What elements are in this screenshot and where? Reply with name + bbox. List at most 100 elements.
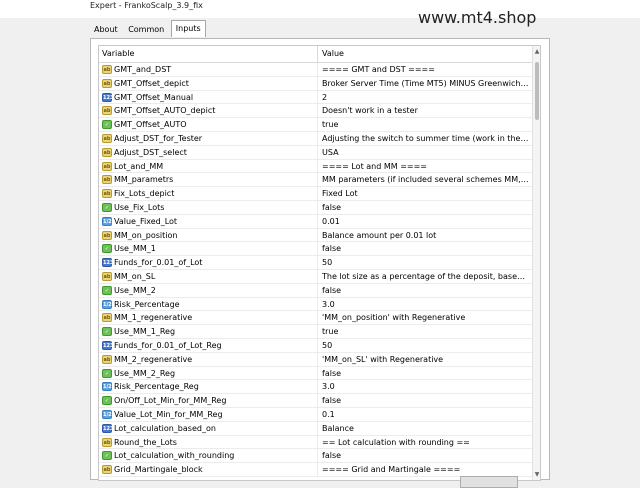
- cell-divider: [317, 325, 318, 339]
- variable-value[interactable]: false: [322, 449, 530, 462]
- table-row[interactable]: ✓ On/Off_Lot_Min_for_MM_Reg false: [99, 394, 532, 408]
- table-row[interactable]: ✓ Use_MM_1 false: [99, 242, 532, 257]
- variable-value[interactable]: The lot size as a percentage of the depo…: [322, 270, 530, 283]
- table-row[interactable]: ab MM_2_regenerative 'MM_on_SL' with Regen…: [99, 352, 532, 367]
- string-icon: ab: [102, 175, 112, 185]
- integer-icon: 123: [102, 258, 114, 268]
- table-row[interactable]: ✓ Use_MM_1_Reg true: [99, 325, 532, 339]
- cell-divider: [317, 297, 318, 311]
- variable-value[interactable]: 2: [322, 91, 530, 104]
- variable-value[interactable]: 3.0: [322, 298, 530, 311]
- cell-divider: [317, 380, 318, 394]
- table-row[interactable]: 1/2 Risk_Percentage_Reg 3.0: [99, 380, 532, 395]
- bool-icon: ✓: [102, 244, 112, 254]
- variable-value[interactable]: ==== Grid and Martingale ====: [322, 463, 530, 476]
- double-icon: 1/2: [102, 382, 112, 392]
- variable-name: Fix_Lots_depict: [114, 189, 175, 199]
- table-row[interactable]: ab GMT_Offset_AUTO_depict Doesn't work in …: [99, 104, 532, 119]
- vertical-scrollbar[interactable]: ▲ ▼: [532, 46, 540, 480]
- column-header-value[interactable]: Value: [322, 46, 344, 62]
- scrollbar-thumb[interactable]: [535, 62, 539, 120]
- double-icon: 1/2: [102, 299, 112, 309]
- variable-value[interactable]: USA: [322, 146, 530, 159]
- table-row[interactable]: 123 Funds_for_0.01_of_Lot_Reg 50: [99, 338, 532, 353]
- variable-value[interactable]: false: [322, 201, 530, 214]
- table-row[interactable]: ab Grid_Martingale_block ==== Grid and Mar…: [99, 463, 532, 477]
- table-row[interactable]: ab Round_the_Lots == Lot calculation with …: [99, 435, 532, 450]
- variable-value[interactable]: true: [322, 325, 530, 338]
- variable-value[interactable]: false: [322, 394, 530, 407]
- variable-name: Funds_for_0.01_of_Lot: [114, 258, 203, 268]
- variable-name: MM_on_SL: [114, 271, 156, 281]
- variable-value[interactable]: 50: [322, 256, 530, 269]
- variable-value[interactable]: Fixed Lot: [322, 187, 530, 200]
- table-row[interactable]: ab Lot_and_MM ==== Lot and MM ====: [99, 159, 532, 174]
- variable-value[interactable]: ==== GMT and DST ====: [322, 63, 530, 76]
- scroll-down-icon[interactable]: ▼: [533, 470, 540, 479]
- bool-icon: ✓: [102, 368, 112, 378]
- tab-common[interactable]: Common: [124, 22, 168, 37]
- variable-value[interactable]: 50: [322, 339, 530, 352]
- variable-value[interactable]: true: [322, 118, 530, 131]
- variable-name: Lot_calculation_with_rounding: [114, 451, 235, 461]
- string-icon: ab: [102, 106, 112, 116]
- variable-name: Use_MM_1_Reg: [114, 327, 176, 337]
- table-row[interactable]: 1/2 Value_Fixed_Lot 0.01: [99, 214, 532, 229]
- variable-value[interactable]: 0.1: [322, 408, 530, 421]
- table-row[interactable]: ✓ GMT_Offset_AUTO true: [99, 118, 532, 132]
- column-header-variable[interactable]: Variable: [102, 46, 134, 62]
- variable-value[interactable]: Balance: [322, 422, 530, 435]
- table-row[interactable]: ✓ Use_MM_2_Reg false: [99, 366, 532, 381]
- table-row[interactable]: ab MM_on_SL The lot size as a percentage o…: [99, 269, 532, 284]
- table-row[interactable]: 1/2 Value_Lot_Min_for_MM_Reg 0.1: [99, 407, 532, 422]
- table-row[interactable]: ab GMT_Offset_depict Broker Server Time (T…: [99, 76, 532, 91]
- table-row[interactable]: ab MM_1_regenerative 'MM_on_position' with…: [99, 311, 532, 326]
- variable-value[interactable]: 'MM_on_position' with Regenerative: [322, 311, 530, 324]
- variable-value[interactable]: false: [322, 284, 530, 297]
- cell-divider: [317, 311, 318, 325]
- table-row[interactable]: ab MM_on_position Balance amount per 0.01 …: [99, 228, 532, 243]
- variable-value[interactable]: false: [322, 367, 530, 380]
- variable-value[interactable]: 'MM_on_SL' with Regenerative: [322, 353, 530, 366]
- window-titlebar: Expert - FrankoScalp_3.9_fix: [0, 0, 640, 18]
- variable-value[interactable]: == Lot calculation with rounding ==: [322, 436, 530, 449]
- cell-divider: [317, 421, 318, 435]
- table-row[interactable]: ab Fix_Lots_depict Fixed Lot: [99, 187, 532, 201]
- variable-value[interactable]: 0.01: [322, 215, 530, 228]
- table-row[interactable]: 1/2 Risk_Percentage 3.0: [99, 297, 532, 312]
- table-row[interactable]: 123 Lot_calculation_based_on Balance: [99, 421, 532, 436]
- table-row[interactable]: ✓ Use_Fix_Lots false: [99, 200, 532, 215]
- table-row[interactable]: 123 Funds_for_0.01_of_Lot 50: [99, 256, 532, 270]
- variable-name: Adjust_DST_for_Tester: [114, 133, 203, 143]
- variable-value[interactable]: Doesn't work in a tester: [322, 104, 530, 117]
- tab-about[interactable]: About: [90, 22, 122, 37]
- table-row[interactable]: ✓ Use_MM_2 false: [99, 283, 532, 298]
- variable-value[interactable]: ==== Lot and MM ====: [322, 160, 530, 173]
- table-row[interactable]: ab Adjust_DST_select USA: [99, 145, 532, 160]
- ok-button[interactable]: [460, 476, 518, 488]
- column-divider[interactable]: [317, 46, 318, 62]
- table-row[interactable]: ✓ Lot_calculation_with_rounding false: [99, 449, 532, 464]
- variable-name: GMT_and_DST: [114, 65, 172, 74]
- variable-value[interactable]: Balance amount per 0.01 lot: [322, 229, 530, 242]
- variable-name: MM_2_regenerative: [114, 354, 193, 364]
- variable-name: Lot_calculation_based_on: [114, 423, 216, 433]
- string-icon: ab: [102, 161, 112, 171]
- variable-name: MM_1_regenerative: [114, 313, 193, 323]
- table-row[interactable]: ab Adjust_DST_for_Tester Adjusting the swi…: [99, 131, 532, 146]
- double-icon: 1/2: [102, 409, 112, 419]
- variable-value[interactable]: 3.0: [322, 380, 530, 393]
- cell-divider: [317, 283, 318, 297]
- table-row[interactable]: ab GMT_and_DST ==== GMT and DST ====: [99, 63, 532, 77]
- variable-value[interactable]: false: [322, 242, 530, 255]
- variable-value[interactable]: MM parameters (if included several schem…: [322, 173, 530, 186]
- cell-divider: [317, 407, 318, 421]
- variable-value[interactable]: Adjusting the switch to summer time (wor…: [322, 132, 530, 145]
- tab-inputs[interactable]: Inputs: [170, 20, 206, 37]
- variable-value[interactable]: Broker Server Time (Time MT5) MINUS Gree…: [322, 77, 530, 90]
- integer-icon: 123: [102, 92, 114, 102]
- scroll-up-icon[interactable]: ▲: [533, 47, 540, 56]
- cell-divider: [317, 173, 318, 187]
- table-row[interactable]: 123 GMT_Offset_Manual 2: [99, 90, 532, 105]
- table-row[interactable]: ab MM_parametrs MM parameters (if included…: [99, 173, 532, 188]
